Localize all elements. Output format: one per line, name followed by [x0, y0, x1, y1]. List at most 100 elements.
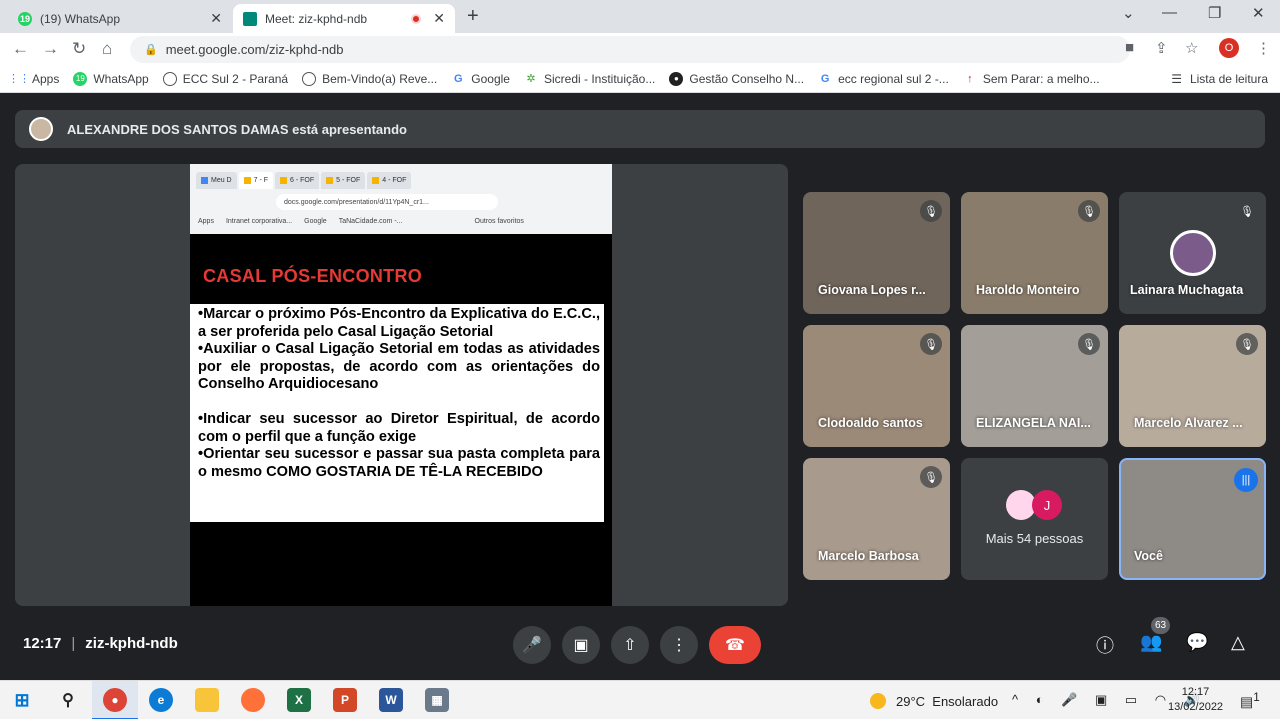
participant-name: ELIZANGELA NAI... — [976, 416, 1091, 430]
activities-icon[interactable]: △ — [1231, 632, 1245, 653]
tab-search-icon[interactable]: ⌄ — [1122, 4, 1135, 22]
weather-widget[interactable]: 29°C Ensolarado — [870, 693, 998, 709]
participant-tile[interactable]: 🎙 ELIZANGELA NAI... — [961, 325, 1108, 447]
camera-icon[interactable]: ■ — [1125, 39, 1134, 56]
participant-avatar — [1170, 230, 1216, 276]
mic-off-icon: 🎙 — [1078, 200, 1100, 222]
search-icon[interactable]: ⚲ — [56, 688, 80, 712]
participant-tile[interactable]: 🎙 Giovana Lopes r... — [803, 192, 950, 314]
shared-screen: Meu D 7 - F 6 - FOF 5 - FOF 4 - FOF docs… — [190, 164, 612, 606]
bookmarks-bar: ⋮⋮ Apps 19 WhatsApp ECC Sul 2 - Paraná Bem… — [0, 65, 1280, 93]
phone-hangup-icon: ☎ — [725, 637, 745, 654]
back-button[interactable]: ← — [12, 39, 29, 59]
tab-whatsapp[interactable]: 19 (19) WhatsApp ✕ — [8, 4, 232, 33]
more-options-button[interactable]: ⋮ — [660, 626, 698, 664]
shared-url: docs.google.com/presentation/d/11Yp4N_cr… — [276, 194, 498, 210]
close-icon[interactable]: ✕ — [433, 10, 445, 27]
reload-button[interactable]: ↻ — [72, 39, 86, 59]
share-icon[interactable]: ⇪ — [1155, 39, 1168, 57]
participant-avatar: J — [1032, 490, 1062, 520]
bookmark-google[interactable]: G Google — [451, 72, 510, 86]
windows-start-icon[interactable]: ⊞ — [10, 688, 34, 712]
mic-off-icon: 🎙 — [920, 466, 942, 488]
arrow-up-icon: ↑ — [967, 72, 973, 85]
people-icon[interactable]: 👥 — [1140, 632, 1162, 653]
bookmark-ecc-sul[interactable]: ECC Sul 2 - Paraná — [162, 71, 288, 86]
calculator-icon[interactable]: ▦ — [425, 688, 449, 712]
bookmark-sicredi[interactable]: ✲ Sicredi - Instituição... — [524, 72, 655, 86]
star-icon[interactable]: ☆ — [1185, 39, 1198, 57]
participant-tile[interactable]: 🎙 Marcelo Alvarez ... — [1119, 325, 1266, 447]
forward-button[interactable]: → — [42, 39, 59, 59]
system-clock[interactable]: 12:17 13/02/2022 — [1168, 685, 1223, 715]
bookmark-ecc-regional[interactable]: Gecc regional sul 2 -... — [818, 72, 949, 86]
menu-icon[interactable]: ⋮ — [1256, 39, 1271, 57]
reading-list-icon: ☰ — [1171, 71, 1182, 86]
close-window-button[interactable]: ✕ — [1252, 4, 1265, 22]
close-icon[interactable]: ✕ — [210, 10, 222, 27]
edge-icon[interactable]: e — [149, 688, 173, 712]
bookmark-gestao[interactable]: ● Gestão Conselho N... — [669, 71, 804, 86]
url-text: meet.google.com/ziz-kphd-ndb — [165, 42, 344, 57]
excel-icon[interactable]: X — [287, 688, 311, 712]
slide-body: •Marcar o próximo Pós-Encontro da Explic… — [190, 304, 604, 522]
participant-name: Você — [1134, 549, 1163, 563]
bookmark-apps[interactable]: ⋮⋮ Apps — [8, 72, 59, 86]
bookmark-whatsapp[interactable]: 19 WhatsApp — [73, 71, 149, 86]
address-bar[interactable]: 🔒 meet.google.com/ziz-kphd-ndb — [130, 36, 1130, 63]
maximize-button[interactable]: ❐ — [1208, 4, 1221, 22]
word-icon[interactable]: W — [379, 688, 403, 712]
profile-avatar[interactable]: O — [1219, 38, 1239, 58]
home-button[interactable]: ⌂ — [102, 39, 112, 59]
browser-toolbar: ← → ↻ ⌂ 🔒 meet.google.com/ziz-kphd-ndb ■… — [0, 33, 1280, 65]
reading-list-button[interactable]: ☰ Lista de leitura — [1171, 72, 1268, 86]
chat-icon[interactable]: 💬 — [1186, 632, 1208, 653]
minimize-button[interactable]: — — [1162, 4, 1177, 21]
meeting-details-icon[interactable]: ⓘ — [1096, 632, 1114, 658]
powerpoint-icon[interactable]: P — [333, 688, 357, 712]
participant-name: Haroldo Monteiro — [976, 283, 1080, 297]
more-participants-tile[interactable]: J Mais 54 pessoas — [961, 458, 1108, 580]
people-count-badge: 63 — [1151, 617, 1170, 634]
present-button[interactable]: ⇧ — [611, 626, 649, 664]
slide-bullet: •Marcar o próximo Pós-Encontro da Explic… — [198, 306, 600, 340]
sicredi-icon: ✲ — [526, 73, 536, 85]
camera-icon: ▣ — [573, 637, 589, 654]
participant-tile[interactable]: 🎙 Marcelo Barbosa — [803, 458, 950, 580]
mic-off-icon: 🎙 — [920, 333, 942, 355]
speaking-indicator-icon: ||| — [1234, 468, 1258, 492]
lock-icon: 🔒 — [144, 44, 158, 56]
firefox-icon[interactable] — [241, 688, 265, 712]
participant-name: Giovana Lopes r... — [818, 283, 926, 297]
presenting-banner: ALEXANDRE DOS SANTOS DAMAS está apresent… — [15, 110, 1265, 148]
shared-tab: 7 - F — [238, 172, 274, 189]
recording-icon — [411, 13, 422, 24]
more-participants-label: Mais 54 pessoas — [985, 531, 1084, 546]
participant-tile[interactable]: 🎙 Haroldo Monteiro — [961, 192, 1108, 314]
leave-call-button[interactable]: ☎ — [709, 626, 761, 664]
microphone-button[interactable]: 🎤 — [513, 626, 551, 664]
microphone-icon: 🎤 — [522, 637, 542, 654]
notification-icon[interactable]: ▤1 — [1240, 691, 1260, 711]
shared-tab: Meu D — [196, 172, 237, 189]
camera-button[interactable]: ▣ — [562, 626, 600, 664]
mic-off-icon: 🎙 — [920, 200, 942, 222]
sun-icon — [870, 693, 886, 709]
slide-bullet: •Orientar seu sucessor e passar sua past… — [198, 446, 600, 480]
participant-tile[interactable]: 🎙 Clodoaldo santos — [803, 325, 950, 447]
present-screen-icon: ⇧ — [623, 637, 637, 654]
slide-title: CASAL PÓS-ENCONTRO — [203, 266, 423, 286]
browser-tabstrip: 19 (19) WhatsApp ✕ Meet: ziz-kphd-ndb ✕ … — [0, 0, 1280, 33]
tab-meet[interactable]: Meet: ziz-kphd-ndb ✕ — [233, 4, 455, 33]
folder-icon[interactable] — [195, 688, 219, 712]
more-vert-icon: ⋮ — [671, 637, 687, 654]
new-tab-button[interactable]: + — [467, 5, 479, 28]
self-tile[interactable]: ||| Você — [1119, 458, 1266, 580]
windows-taskbar: ⊞ ⚲ ● e X P W ▦ 29°C Ensolarado ^ ◐ 🎤 ▣ … — [0, 680, 1280, 719]
notification-count: 1 — [1253, 691, 1260, 704]
globe-icon — [162, 71, 177, 86]
bookmark-bem-vindo[interactable]: Bem-Vindo(a) Reve... — [302, 71, 437, 86]
participant-tile[interactable]: 🎙 Lainara Muchagata — [1119, 192, 1266, 314]
chrome-icon[interactable]: ● — [103, 688, 127, 712]
bookmark-sem-parar[interactable]: ↑ Sem Parar: a melho... — [963, 72, 1099, 86]
